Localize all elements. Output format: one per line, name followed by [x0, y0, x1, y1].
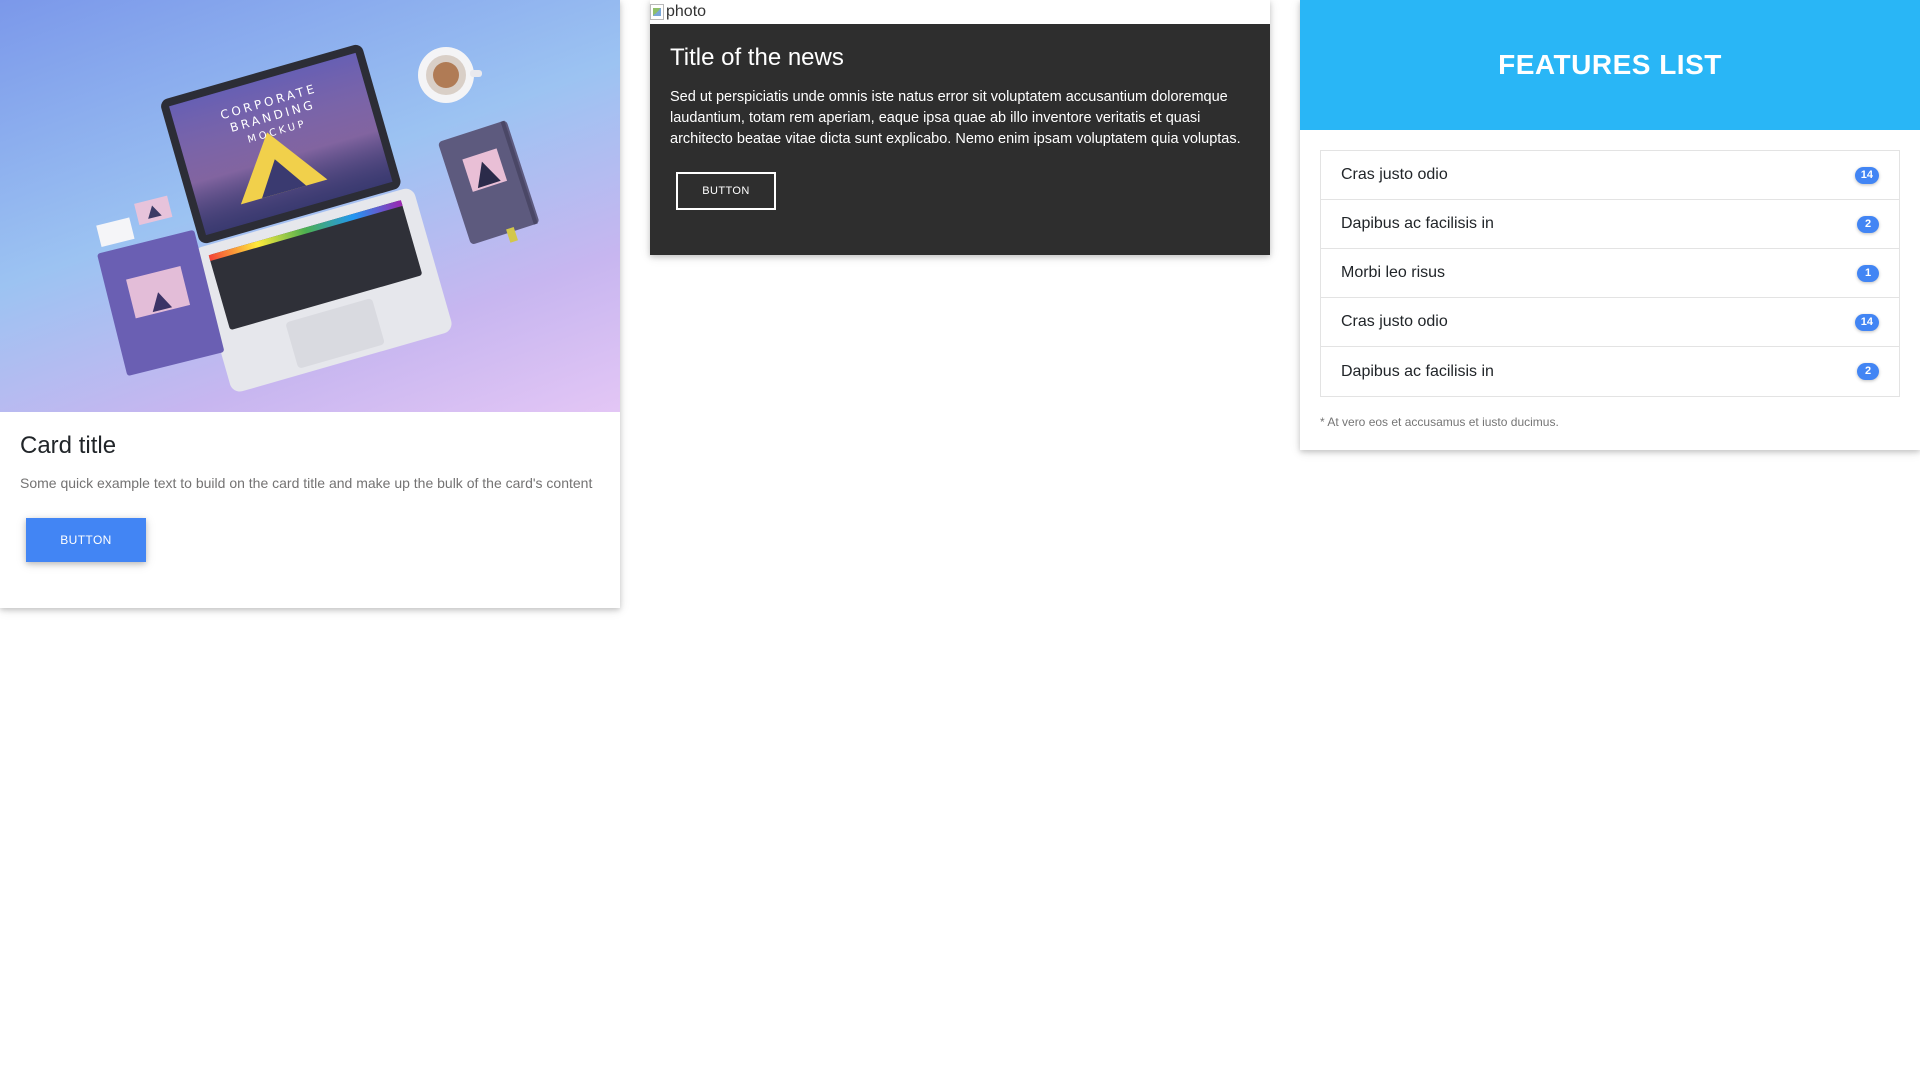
notebook-icon	[438, 120, 539, 244]
count-badge: 14	[1854, 166, 1879, 184]
features-title: FEATURES LIST	[1498, 49, 1722, 80]
list-item-label: Cras justo odio	[1341, 166, 1448, 183]
card-body: Card title Some quick example text to bu…	[0, 412, 620, 582]
list-item-label: Cras justo odio	[1341, 313, 1448, 330]
list-item[interactable]: Morbi leo risus 1	[1321, 249, 1899, 298]
broken-image-icon	[650, 4, 664, 20]
list-item[interactable]: Cras justo odio 14	[1321, 151, 1899, 200]
workspace-mockup-illustration: CORPORATE BRANDING MOCKUP	[96, 44, 539, 392]
list-item-label: Dapibus ac facilisis in	[1341, 362, 1494, 380]
count-badge: 14	[1854, 313, 1879, 331]
list-item-label: Dapibus ac facilisis in	[1341, 215, 1494, 232]
card-image-text: CORPORATE BRANDING MOCKUP Card title Som…	[0, 0, 620, 608]
news-text: Sed ut perspiciatis unde omnis iste natu…	[670, 88, 1241, 147]
features-header: FEATURES LIST	[1300, 0, 1920, 130]
list-item[interactable]: Cras justo odio 14	[1321, 298, 1899, 347]
count-badge: 2	[1857, 363, 1879, 380]
card-hero-image: CORPORATE BRANDING MOCKUP	[0, 0, 620, 412]
features-list: Cras justo odio 14 Dapibus ac facilisis …	[1320, 150, 1900, 397]
news-photo-alt-text: photo	[666, 3, 707, 20]
card-text: Some quick example text to build on the …	[20, 475, 593, 492]
features-list-wrap: Cras justo odio 14 Dapibus ac facilisis …	[1300, 130, 1920, 397]
card-news: photo Title of the news Sed ut perspicia…	[650, 0, 1270, 255]
list-item[interactable]: Dapibus ac facilisis in 2	[1321, 200, 1899, 249]
card-button[interactable]: BUTTON	[26, 518, 146, 563]
news-button[interactable]: BUTTON	[676, 171, 776, 210]
coffee-cup-icon	[418, 47, 482, 103]
cards-grid: CORPORATE BRANDING MOCKUP Card title Som…	[0, 0, 1920, 1080]
list-item[interactable]: Dapibus ac facilisis in 2	[1321, 347, 1899, 396]
card-title: Card title	[20, 432, 117, 459]
features-footnote: * At vero eos et accusamus et iusto duci…	[1320, 415, 1559, 429]
list-item-label: Morbi leo risus	[1341, 264, 1446, 281]
card-features-list: FEATURES LIST Cras justo odio 14 Dapibus…	[1300, 0, 1920, 450]
count-badge: 1	[1857, 264, 1879, 282]
news-body: Title of the news Sed ut perspiciatis un…	[650, 24, 1270, 255]
news-photo: photo	[650, 0, 1270, 24]
news-title: Title of the news	[670, 44, 844, 71]
count-badge: 2	[1857, 215, 1879, 233]
